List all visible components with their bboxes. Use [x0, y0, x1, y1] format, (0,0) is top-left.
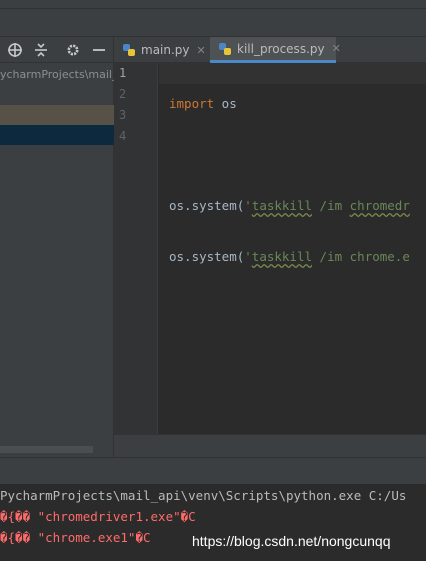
code-text: os.system( [169, 249, 245, 264]
code-text: os [214, 96, 237, 111]
string-text: taskkill [251, 249, 313, 264]
python-file-icon [122, 43, 136, 57]
tab-label: main.py [141, 43, 190, 57]
project-path[interactable]: ycharmProjects\mail_ [0, 66, 114, 84]
string-text: /im [312, 198, 350, 213]
code-line: os.system('taskkill /im chrome.e [169, 246, 410, 267]
line-number-gutter: 1 2 3 4 [114, 63, 158, 434]
run-panel-header [0, 457, 426, 484]
tab-label: kill_process.py [237, 41, 325, 56]
locate-icon[interactable] [6, 41, 24, 59]
python-file-icon [218, 42, 232, 56]
project-toolbar [0, 37, 114, 63]
tab-kill-process-py[interactable]: kill_process.py ✕ [210, 37, 341, 63]
console-line: PycharmProjects\mail_api\venv\Scripts\py… [0, 488, 407, 503]
collapse-icon[interactable] [32, 41, 50, 59]
string-text: /im chrome.e [312, 249, 410, 264]
string-quote: ' [244, 249, 252, 264]
project-row-selected[interactable] [0, 125, 114, 145]
line-number: 4 [119, 129, 127, 143]
code-text: os.system( [169, 198, 245, 213]
console-line: �{�� "chromedriver1.exe"�C [0, 509, 196, 524]
line-number: 3 [119, 108, 127, 122]
console-line: �{�� "chrome.exe1"�C [0, 530, 151, 545]
run-console[interactable]: PycharmProjects\mail_api\venv\Scripts\py… [0, 484, 426, 561]
close-icon[interactable]: ✕ [197, 44, 206, 57]
string-text: chromedr [349, 198, 410, 213]
tab-main-py[interactable]: main.py ✕ [114, 37, 210, 63]
line-number: 2 [119, 87, 127, 101]
string-quote: ' [244, 198, 252, 213]
close-icon[interactable]: ✕ [332, 42, 341, 55]
horizontal-scrollbar[interactable] [0, 446, 93, 453]
title-bar [0, 0, 426, 37]
code-line: import os [169, 93, 410, 114]
ide-window: ycharmProjects\mail_ main.py ✕ kill_proc… [0, 0, 426, 561]
editor-tab-bar: main.py ✕ kill_process.py ✕ [114, 37, 426, 63]
project-row-highlighted[interactable] [0, 105, 114, 125]
watermark: https://blog.csdn.net/nongcunqq [192, 533, 391, 549]
minimize-icon[interactable] [90, 41, 108, 59]
string-text: taskkill [251, 198, 313, 213]
project-panel: ycharmProjects\mail_ [0, 37, 114, 457]
editor: main.py ✕ kill_process.py ✕ 1 2 3 4 impo… [114, 37, 426, 457]
title-divider [0, 8, 426, 9]
editor-bottom-bar [114, 434, 426, 457]
code-area[interactable]: import os os.system('taskkill /im chrome… [169, 63, 410, 297]
line-number: 1 [119, 66, 127, 80]
keyword: import [169, 96, 215, 111]
gear-icon[interactable] [64, 41, 82, 59]
code-line: os.system('taskkill /im chromedr [169, 195, 410, 216]
